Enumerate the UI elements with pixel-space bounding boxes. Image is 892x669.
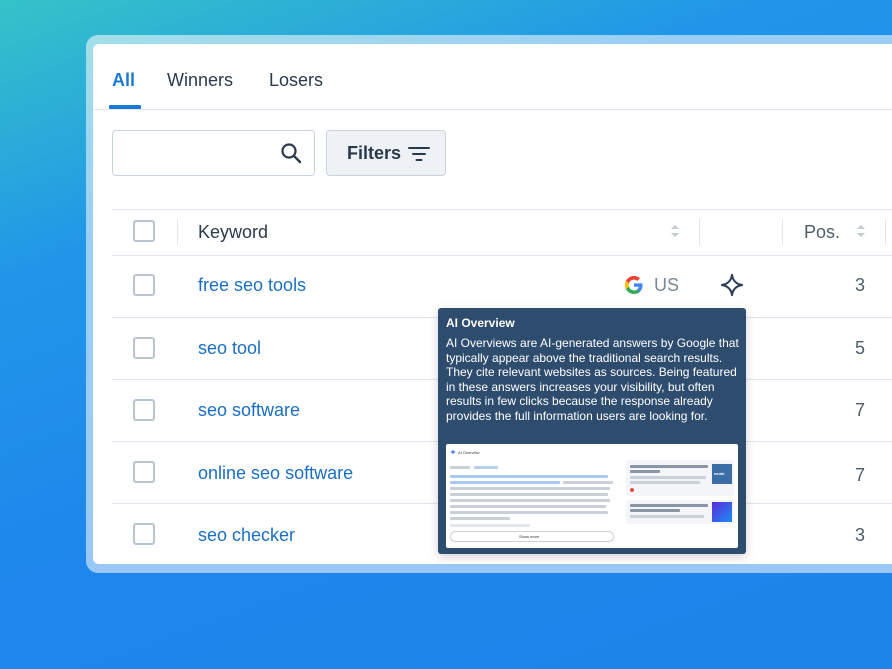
- preview-line: [474, 466, 498, 469]
- row-checkbox[interactable]: [133, 461, 155, 483]
- preview-line: [630, 481, 700, 484]
- row-checkbox[interactable]: [133, 399, 155, 421]
- column-divider: [885, 219, 886, 245]
- table-header: Keyword Pos.: [112, 209, 892, 256]
- search-icon[interactable]: [280, 142, 302, 164]
- keyword-link[interactable]: free seo tools: [198, 275, 306, 296]
- ai-overview-sparkle-icon[interactable]: [720, 273, 744, 297]
- sort-icon[interactable]: [856, 224, 866, 238]
- preview-line: [450, 487, 610, 490]
- preview-line: [450, 493, 608, 496]
- preview-line: [630, 470, 660, 473]
- column-divider: [177, 219, 178, 245]
- position-value: 7: [854, 400, 865, 420]
- preview-line: [630, 515, 704, 518]
- keyword-link[interactable]: seo checker: [198, 525, 295, 546]
- google-icon: [625, 276, 643, 294]
- tab-losers[interactable]: Losers: [269, 70, 323, 91]
- keyword-link[interactable]: seo software: [198, 400, 300, 421]
- preview-show-more-label: Show more: [519, 534, 540, 539]
- preview-highlight: [450, 481, 560, 484]
- preview-line: [630, 504, 708, 507]
- preview-line: [450, 505, 606, 508]
- preview-line: [450, 517, 510, 520]
- preview-line: [630, 465, 708, 468]
- preview-highlight: [450, 475, 608, 478]
- preview-favicon: [630, 488, 634, 492]
- preview-header: AI Overview: [458, 450, 480, 455]
- preview-line: [450, 511, 608, 514]
- preview-line: [630, 509, 680, 512]
- position-value: 3: [854, 275, 865, 295]
- keyword-search[interactable]: [112, 130, 315, 176]
- sparkle-icon: [450, 449, 456, 455]
- column-divider: [699, 219, 700, 245]
- row-checkbox[interactable]: [133, 523, 155, 545]
- active-tab-indicator: [109, 105, 141, 109]
- preview-thumbnail: seobi: [712, 464, 732, 484]
- filters-button[interactable]: Filters: [326, 130, 446, 176]
- position-value: 3: [854, 525, 865, 545]
- tab-bar: All Winners Losers: [93, 44, 892, 110]
- preview-source-card: [626, 500, 734, 524]
- sort-icon[interactable]: [670, 224, 680, 238]
- row-checkbox[interactable]: [133, 337, 155, 359]
- keyword-link[interactable]: online seo software: [198, 463, 353, 484]
- position-value: 7: [854, 465, 865, 485]
- search-input[interactable]: [121, 141, 275, 165]
- preview-show-more-button: Show more: [450, 531, 614, 542]
- preview-line: [630, 476, 706, 479]
- position-column-header[interactable]: Pos.: [804, 222, 840, 243]
- preview-line: [450, 499, 610, 502]
- filter-icon: [408, 147, 430, 161]
- preview-line: [450, 466, 470, 469]
- preview-line: [450, 524, 530, 527]
- tooltip-title: AI Overview: [446, 316, 515, 330]
- ai-overview-preview-image: AI Overview Show more seobi: [446, 444, 738, 548]
- position-value: 5: [854, 338, 865, 358]
- row-checkbox[interactable]: [133, 274, 155, 296]
- preview-source-card: seobi: [626, 460, 734, 496]
- ai-overview-tooltip: AI Overview AI Overviews are AI-generate…: [438, 308, 746, 554]
- preview-brand: seobi: [714, 471, 725, 476]
- preview-line: [563, 481, 613, 484]
- tab-winners[interactable]: Winners: [167, 70, 233, 91]
- tooltip-body: AI Overviews are AI-generated answers by…: [446, 336, 739, 423]
- column-divider: [782, 219, 783, 245]
- keyword-column-header[interactable]: Keyword: [198, 222, 268, 243]
- keyword-link[interactable]: seo tool: [198, 338, 261, 359]
- preview-thumbnail: [712, 502, 732, 522]
- tab-all[interactable]: All: [112, 70, 135, 91]
- select-all-checkbox[interactable]: [133, 220, 155, 242]
- database-code: US: [654, 275, 680, 295]
- filters-label: Filters: [347, 143, 402, 163]
